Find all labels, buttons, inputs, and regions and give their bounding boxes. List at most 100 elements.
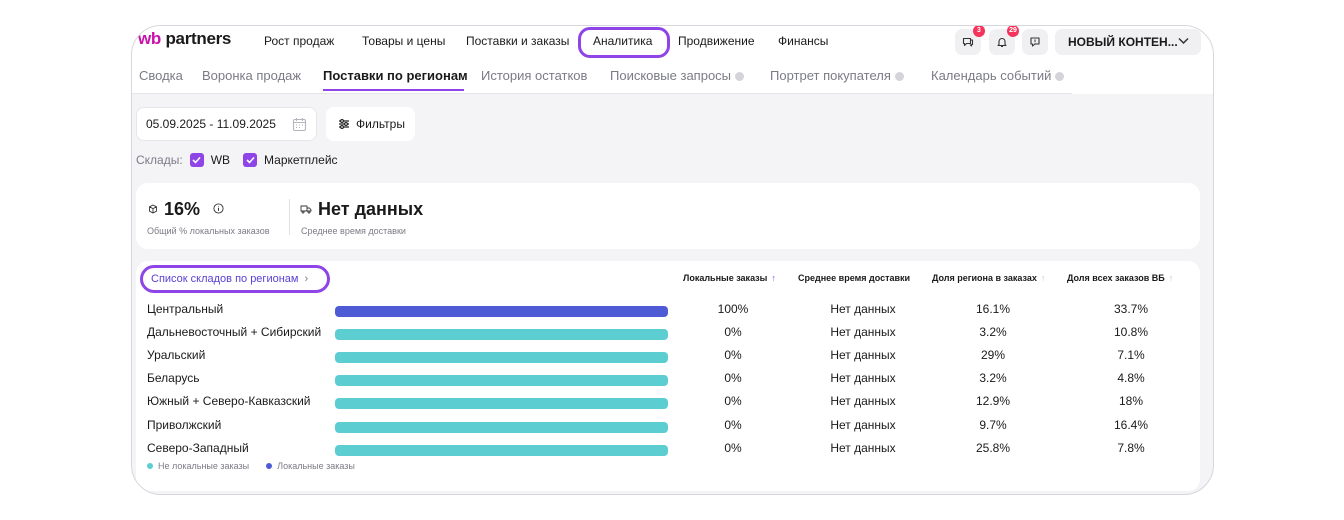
wb-checkbox[interactable]: [189, 153, 204, 167]
cell-local: 0%: [724, 417, 742, 432]
cell-delivery: Нет данных: [830, 440, 896, 455]
truck-icon: [300, 205, 312, 214]
app-window: wb partners Рост продаж Товары и цены По…: [131, 25, 1214, 495]
account-name: НОВЫЙ КОНТЕН...: [1068, 35, 1178, 49]
tab-regional-supplies[interactable]: Поставки по регионам: [323, 68, 468, 83]
local-share-label: Общий % локальных заказов: [147, 226, 270, 236]
cell-delivery: Нет данных: [830, 348, 896, 363]
feedback-icon: [1030, 37, 1040, 47]
region-share-bar[interactable]: [335, 444, 668, 456]
summary-card: 16% Общий % локальных заказов Нет данных…: [136, 183, 1200, 249]
nav-item-products[interactable]: Товары и цены: [362, 34, 445, 48]
cell-delivery: Нет данных: [830, 371, 896, 386]
date-range-value: 05.09.2025 - 11.09.2025: [146, 117, 276, 131]
cell-local: 100%: [717, 302, 749, 316]
nav-item-growth[interactable]: Рост продаж: [264, 34, 334, 48]
cell-local: 0%: [724, 371, 742, 386]
region-share-bar[interactable]: [335, 421, 668, 433]
region-name: Уральский: [147, 348, 206, 363]
legend-item-nonlocal: Не локальные заказы: [147, 461, 249, 471]
cell-local: 0%: [724, 394, 742, 409]
header-all-share[interactable]: Доля всех заказов ВБ ↑: [1067, 273, 1173, 283]
legend-swatch-local: [266, 463, 273, 469]
tab-summary[interactable]: Сводка: [139, 68, 183, 83]
cell-region-share: 29%: [980, 348, 1006, 363]
bell-icon: [997, 38, 1007, 48]
cell-all-share: 33.7%: [1113, 302, 1149, 316]
cell-local: 0%: [724, 440, 742, 455]
checkmark-icon: [245, 156, 255, 164]
logo[interactable]: wb partners: [138, 29, 231, 49]
region-name: Приволжский: [147, 417, 222, 432]
filters-button[interactable]: Фильтры: [326, 107, 415, 141]
cell-delivery: Нет данных: [830, 302, 896, 316]
delivery-time-label: Среднее время доставки: [301, 226, 406, 236]
chevron-right-icon: ›: [304, 273, 309, 285]
header-local-orders[interactable]: Локальные заказы ↑: [683, 273, 776, 283]
header-avg-delivery[interactable]: Среднее время доставки: [798, 273, 910, 283]
marketplace-checkbox[interactable]: [243, 153, 258, 167]
cell-local: 0%: [724, 325, 742, 340]
region-name: Беларусь: [147, 371, 200, 386]
local-share-value: 16%: [164, 199, 201, 219]
tab-stock-history[interactable]: История остатков: [481, 68, 587, 83]
cell-local: 0%: [724, 348, 742, 363]
header-region-share[interactable]: Доля региона в заказах ↑: [932, 273, 1045, 283]
region-name: Дальневосточный + Сибирский: [147, 325, 322, 340]
cell-region-share: 3.2%: [979, 371, 1007, 386]
sliders-icon: [339, 119, 349, 129]
active-tab-indicator: [323, 89, 464, 91]
nav-item-finance[interactable]: Финансы: [778, 34, 828, 48]
cell-delivery: Нет данных: [830, 325, 896, 340]
cell-all-share: 4.8%: [1117, 371, 1145, 386]
chevron-down-icon: [1178, 37, 1189, 45]
cell-all-share: 18%: [1118, 394, 1144, 409]
region-share-bar[interactable]: [335, 306, 668, 317]
cell-region-share: 16.1%: [975, 302, 1011, 316]
region-share-bar[interactable]: [335, 352, 668, 364]
warehouses-label: Склады:: [136, 153, 183, 167]
region-share-bar[interactable]: [335, 398, 668, 410]
filters-label: Фильтры: [356, 117, 405, 131]
top-navbar: wb partners Рост продаж Товары и цены По…: [132, 26, 1213, 58]
notifications-button[interactable]: 29: [989, 26, 1019, 55]
delivery-time-value: Нет данных: [318, 199, 424, 219]
checkmark-icon: [192, 156, 201, 164]
wb-checkbox-label[interactable]: WB: [211, 153, 230, 167]
chat-button[interactable]: 3: [955, 26, 985, 55]
tab-sales-funnel[interactable]: Воронка продаж: [202, 68, 301, 83]
analytics-tabs: Сводка Воронка продаж Поставки по регион…: [132, 58, 1213, 94]
region-share-bar[interactable]: [335, 375, 668, 387]
tab-events-calendar[interactable]: Календарь событий: [931, 68, 1065, 83]
cell-region-share: 12.9%: [975, 394, 1011, 409]
tab-buyer-portrait[interactable]: Портрет покупателя: [770, 68, 904, 83]
warehouses-list-link-label: Список складов по регионам: [151, 273, 299, 285]
account-dropdown[interactable]: НОВЫЙ КОНТЕН...: [1055, 29, 1201, 55]
tab-badge-dot: [1055, 72, 1065, 82]
chat-icon: [962, 37, 974, 47]
cell-region-share: 9.7%: [979, 417, 1007, 432]
cell-all-share: 16.4%: [1113, 417, 1149, 432]
metric-divider: [289, 199, 290, 235]
feedback-button[interactable]: [1022, 29, 1048, 55]
region-name: Центральный: [147, 302, 224, 316]
nav-item-supplies[interactable]: Поставки и заказы: [466, 34, 569, 48]
region-name: Северо-Западный: [147, 440, 249, 455]
cell-all-share: 7.8%: [1117, 440, 1145, 455]
date-range-picker[interactable]: 05.09.2025 - 11.09.2025: [136, 107, 317, 141]
cell-region-share: 3.2%: [979, 325, 1007, 340]
legend-swatch-nonlocal: [147, 463, 153, 469]
regions-table-card: Список складов по регионам › Локальные з…: [136, 261, 1200, 491]
marketplace-checkbox-label[interactable]: Маркетплейс: [264, 153, 338, 167]
nav-item-promotion[interactable]: Продвижение: [678, 34, 755, 48]
notifications-badge: 29: [1007, 26, 1019, 37]
chart-legend: Не локальные заказы Локальные заказы: [147, 461, 372, 471]
tab-badge-dot: [735, 72, 745, 82]
cell-delivery: Нет данных: [830, 417, 896, 432]
tab-search-queries[interactable]: Поисковые запросы: [610, 68, 745, 83]
region-share-bar[interactable]: [335, 329, 668, 341]
info-icon[interactable]: [213, 203, 224, 214]
warehouses-list-link[interactable]: Список складов по регионам ›: [140, 265, 330, 293]
nav-item-analytics[interactable]: Аналитика: [593, 34, 652, 48]
warehouses-filter: Склады: WB Маркетплейс: [136, 152, 351, 168]
